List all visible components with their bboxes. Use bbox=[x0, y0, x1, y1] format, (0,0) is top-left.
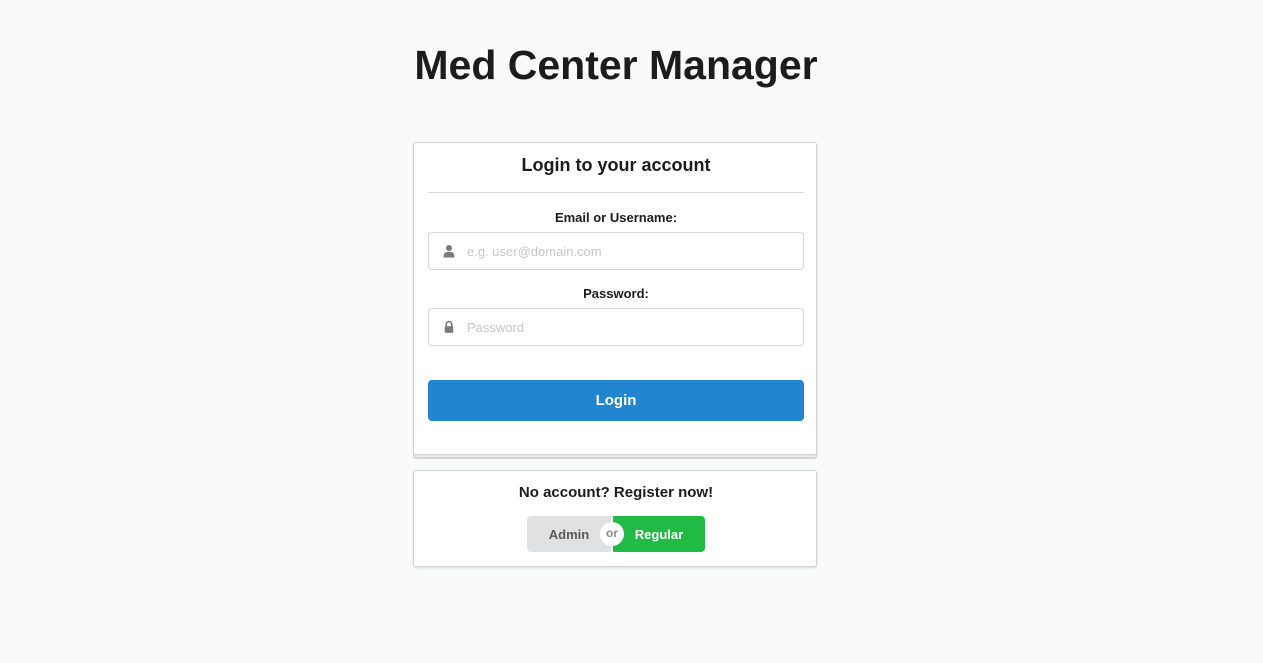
or-separator: or bbox=[600, 522, 624, 546]
lock-icon bbox=[442, 320, 456, 334]
register-prompt: No account? Register now! bbox=[518, 484, 714, 501]
divider bbox=[428, 192, 804, 193]
login-header: Login to your account bbox=[521, 155, 711, 175]
email-label: Email or Username: bbox=[554, 210, 678, 225]
password-field-wrapper[interactable] bbox=[428, 308, 804, 346]
user-icon bbox=[442, 244, 456, 258]
app-title: Med Center Manager bbox=[414, 42, 818, 88]
login-button[interactable]: Login bbox=[428, 380, 804, 421]
register-button-group: Admin Regular or bbox=[527, 516, 705, 552]
password-input[interactable] bbox=[467, 309, 797, 345]
login-card: Login to your account Email or Username:… bbox=[413, 142, 817, 455]
register-regular-button[interactable]: Regular bbox=[613, 516, 705, 552]
email-input[interactable] bbox=[467, 233, 797, 269]
register-card: No account? Register now! Admin Regular … bbox=[413, 470, 817, 567]
email-field-wrapper[interactable] bbox=[428, 232, 804, 270]
register-admin-button[interactable]: Admin bbox=[527, 516, 611, 552]
password-label: Password: bbox=[583, 286, 649, 301]
